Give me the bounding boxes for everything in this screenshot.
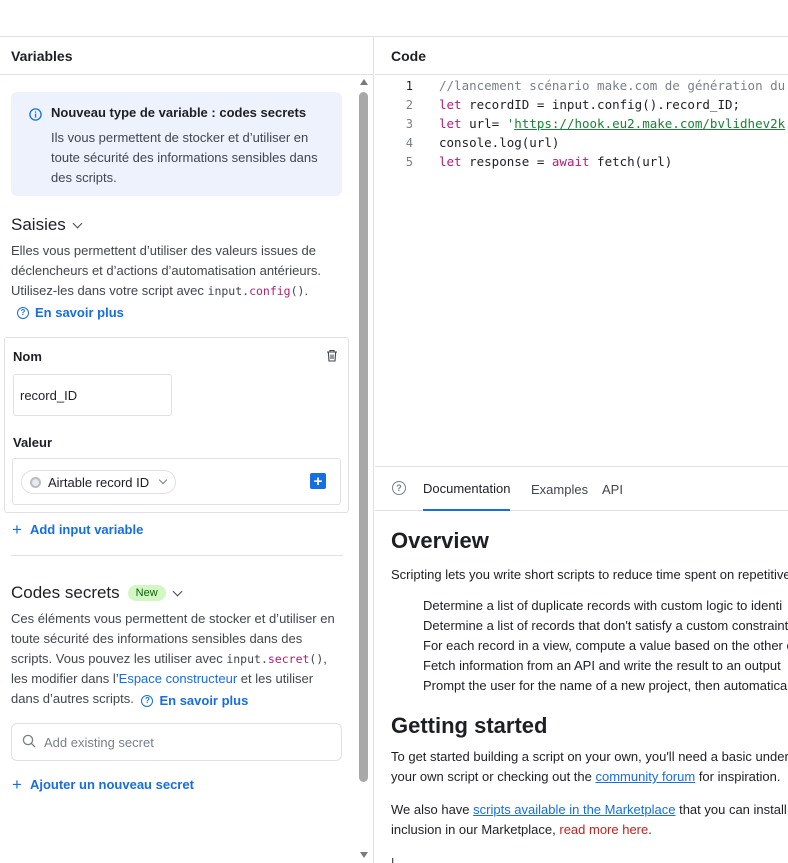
inputs-section-title: Saisies [11, 215, 66, 234]
scroll-thumb[interactable] [359, 92, 368, 782]
variable-name-input[interactable]: record_ID [13, 374, 172, 416]
secrets-section-title: Codes secrets [11, 583, 120, 602]
add-secret-label: Ajouter un nouveau secret [29, 777, 194, 792]
getting-started-heading: Getting started [391, 713, 548, 738]
name-label: Nom [13, 349, 42, 364]
top-bar [0, 0, 788, 37]
value-label: Valeur [13, 435, 53, 450]
code-line: 1 //lancement scénario make.com de génér… [375, 76, 785, 95]
cut-off-text: L... ... ... ... ... ... ... ... ... ...… [391, 855, 699, 863]
code-line: 5 let response = await fetch(url) [375, 152, 673, 171]
section-divider [11, 555, 343, 556]
inputs-learn-more-link[interactable]: ? En savoir plus [17, 305, 124, 320]
overview-list: Determine a list of duplicate records wi… [391, 596, 788, 696]
read-more-link[interactable]: read more here [559, 822, 648, 837]
token-icon [30, 476, 41, 488]
help-circle-icon[interactable]: ? [392, 481, 406, 495]
help-circle-icon: ? [141, 695, 154, 707]
list-item: Fetch information from an API and write … [423, 658, 781, 673]
add-input-label: Add input variable [29, 522, 144, 537]
scroll-down-arrow-icon[interactable] [360, 852, 368, 858]
inputs-description: Elles vous permettent d’utiliser des val… [11, 243, 322, 298]
secrets-learn-more-link[interactable]: ? En savoir plus [141, 691, 248, 711]
scroll-up-arrow-icon[interactable] [360, 79, 368, 85]
list-item: Determine a list of duplicate records wi… [423, 598, 783, 613]
marketplace-text: We also have scripts available in the Ma… [391, 802, 788, 837]
getting-started-text: To get started building a script on your… [391, 749, 788, 784]
info-icon [29, 108, 42, 124]
learn-more-label: En savoir plus [35, 305, 124, 320]
list-item: Determine a list of records that don't s… [423, 618, 788, 633]
line-number: 1 [405, 78, 413, 93]
list-item: Prompt the user for the name of a new pr… [423, 678, 788, 693]
code-editor[interactable]: 1 //lancement scénario make.com de génér… [375, 75, 788, 467]
new-badge: New [127, 585, 166, 601]
line-number: 2 [405, 97, 413, 112]
inputs-section-toggle[interactable]: Saisies [11, 215, 83, 235]
add-input-variable-button[interactable]: + Add input variable [12, 521, 143, 538]
plus-icon: + [12, 775, 22, 794]
tab-examples[interactable]: Examples [531, 467, 588, 511]
chevron-down-icon [72, 218, 83, 228]
code-line: 3 let url= 'https://hook.eu2.make.com/bv… [375, 114, 785, 133]
callout-title: Nouveau type de variable : codes secrets [51, 105, 307, 120]
line-number: 3 [405, 116, 413, 131]
code-header: Code [375, 37, 788, 75]
chevron-down-icon [172, 586, 183, 596]
variables-header: Variables [0, 37, 373, 75]
secrets-description: Ces éléments vous permettent de stocker … [11, 609, 341, 711]
search-icon [22, 734, 36, 751]
line-number: 4 [405, 135, 413, 150]
list-item: For each record in a view, compute a val… [423, 638, 788, 653]
left-scrollbar[interactable] [359, 76, 370, 858]
variable-value-field[interactable]: Airtable record ID + [12, 458, 341, 505]
value-token-pill[interactable]: Airtable record ID [21, 470, 177, 494]
tab-api[interactable]: API [602, 467, 623, 511]
docs-tab-bar: ? Documentation Examples API [375, 467, 788, 511]
secrets-callout: Nouveau type de variable : codes secrets… [11, 92, 342, 196]
chevron-down-icon [158, 475, 168, 485]
secrets-section-toggle[interactable]: Codes secrets New [11, 583, 183, 603]
inline-code-secret: input.secret() [226, 652, 324, 666]
code-line: 2 let recordID = input.config().record_I… [375, 95, 740, 114]
callout-body: Ils vous permettent de stocker et d’util… [51, 130, 318, 185]
line-number: 5 [405, 154, 413, 169]
tab-documentation[interactable]: Documentation [423, 467, 511, 511]
add-secret-search-input[interactable]: Add existing secret [11, 723, 342, 761]
overview-heading: Overview [391, 528, 489, 553]
insert-value-button[interactable]: + [310, 473, 326, 489]
input-variable-card: Nom record_ID Valeur Airtable record ID … [4, 337, 349, 513]
search-placeholder: Add existing secret [44, 734, 154, 750]
help-circle-icon: ? [17, 306, 29, 319]
inline-code-config: input.config() [207, 284, 305, 298]
community-forum-link[interactable]: community forum [596, 769, 696, 784]
add-new-secret-button[interactable]: + Ajouter un nouveau secret [12, 776, 194, 793]
trash-icon[interactable] [326, 349, 338, 365]
marketplace-scripts-link[interactable]: scripts available in the Marketplace [473, 802, 675, 817]
plus-icon: + [12, 520, 22, 539]
variables-panel: Variables Nouveau type de variable : cod… [0, 37, 374, 863]
value-token-label: Airtable record ID [48, 474, 150, 490]
overview-intro: Scripting lets you write short scripts t… [391, 567, 788, 582]
code-panel: Code 1 //lancement scénario make.com de … [375, 37, 788, 863]
code-line: 4 console.log(url) [375, 133, 560, 152]
builder-space-link[interactable]: Espace constructeur [119, 671, 238, 686]
